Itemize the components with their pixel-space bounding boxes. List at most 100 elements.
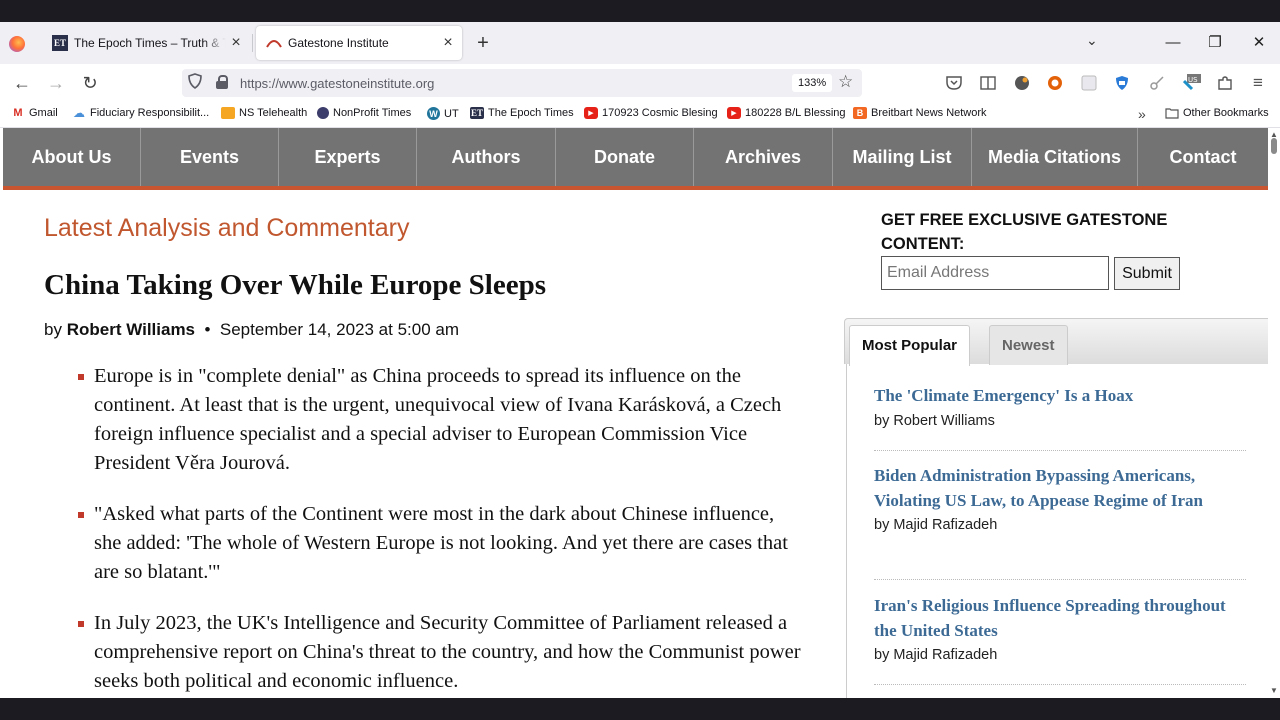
nav-events[interactable]: Events: [141, 128, 279, 186]
tab-title: The Epoch Times – Truth & Trad: [74, 36, 226, 50]
bookmark-label: NS Telehealth: [239, 107, 308, 119]
restore-icon[interactable]: ❐: [1200, 30, 1230, 56]
bookmark-label: 180228 B/L Blessing: [745, 107, 846, 119]
shield-extension-icon[interactable]: [1113, 74, 1131, 92]
zoom-level-badge[interactable]: 133%: [792, 74, 833, 92]
article-author-link[interactable]: Robert Williams: [67, 320, 195, 339]
firefox-icon[interactable]: [9, 36, 25, 52]
bookmark-label: Breitbart News Network: [871, 107, 987, 119]
address-bar[interactable]: https://www.gatestoneinstitute.org 133% …: [182, 69, 862, 97]
breitbart-icon: B: [853, 107, 867, 119]
back-icon[interactable]: ←: [9, 71, 35, 95]
bookmark-label: Other Bookmarks: [1183, 107, 1269, 119]
article-byline: by Robert Williams • September 14, 2023 …: [44, 320, 459, 340]
byline-separator: •: [204, 320, 211, 339]
newsletter-promo-heading: GET FREE EXCLUSIVE GATESTONE CONTENT:: [881, 211, 1168, 253]
list-item: Biden Administration Bypassing Americans…: [874, 464, 1246, 533]
browser-toolbar: ← → ↻ https://www.gatestoneinstitute.org…: [0, 64, 1280, 102]
summary-bullet: "Asked what parts of the Continent were …: [44, 500, 804, 587]
svg-text:US: US: [1188, 76, 1198, 84]
bookmark-label: 170923 Cosmic Blesing: [602, 107, 718, 119]
tab-newest[interactable]: Newest: [989, 325, 1068, 365]
epoch-times-icon: ET: [470, 107, 484, 119]
page-viewport: About Us Events Experts Authors Donate A…: [0, 128, 1280, 698]
lock-icon[interactable]: [216, 75, 228, 89]
list-item: Iran's Religious Influence Spreading thr…: [874, 594, 1246, 663]
bookmark-label: Fiduciary Responsibilit...: [90, 107, 210, 119]
bookmark-ns-telehealth[interactable]: NS Telehealth: [221, 107, 307, 119]
nav-about-us[interactable]: About Us: [3, 128, 141, 186]
us-extension-icon[interactable]: US: [1183, 74, 1201, 92]
flag-icon: [221, 107, 235, 119]
popular-article-link[interactable]: The 'Climate Emergency' Is a Hoax: [874, 384, 1246, 409]
tab-epoch-times[interactable]: ET The Epoch Times – Truth & Trad ×: [42, 26, 250, 60]
scrollbar-thumb[interactable]: [1271, 138, 1277, 154]
new-tab-button[interactable]: +: [472, 30, 494, 56]
close-tab-icon[interactable]: ×: [438, 34, 458, 52]
list-all-tabs-icon[interactable]: ⌄: [1086, 32, 1098, 49]
tab-title: Gatestone Institute: [288, 36, 389, 50]
bookmark-breitbart[interactable]: B Breitbart News Network: [853, 107, 987, 119]
os-bottom-bar: [0, 698, 1280, 720]
submit-button[interactable]: Submit: [1114, 257, 1180, 290]
bookmarks-overflow-icon[interactable]: »: [1138, 106, 1146, 122]
nav-archives[interactable]: Archives: [694, 128, 833, 186]
article-headline[interactable]: China Taking Over While Europe Sleeps: [44, 269, 546, 302]
bookmark-star-icon[interactable]: ☆: [838, 72, 853, 92]
bookmark-label: The Epoch Times: [488, 107, 574, 119]
os-top-bar: [0, 0, 1280, 22]
duckduckgo-extension-icon[interactable]: [1046, 74, 1064, 92]
tracking-protection-shield-icon[interactable]: [188, 73, 202, 92]
pocket-icon[interactable]: [945, 74, 963, 92]
popular-article-author: by Robert Williams: [874, 412, 995, 429]
key-extension-icon[interactable]: [1148, 74, 1166, 92]
bookmark-bl-blessing[interactable]: ▶ 180228 B/L Blessing: [727, 107, 846, 119]
youtube-icon: ▶: [584, 107, 598, 119]
close-window-icon[interactable]: ✕: [1244, 30, 1274, 56]
forward-icon[interactable]: →: [43, 71, 69, 95]
tab-most-popular[interactable]: Most Popular: [849, 325, 971, 366]
nav-donate[interactable]: Donate: [556, 128, 694, 186]
popular-tabs-bar: Most Popular Newest: [844, 318, 1268, 366]
bookmark-cosmic-blesing[interactable]: ▶ 170923 Cosmic Blesing: [584, 107, 718, 119]
summary-bullet: In July 2023, the UK's Intelligence and …: [44, 609, 804, 696]
bookmark-label: UT: [444, 107, 459, 120]
other-bookmarks[interactable]: Other Bookmarks: [1165, 107, 1269, 119]
popular-article-link[interactable]: Biden Administration Bypassing Americans…: [874, 464, 1246, 513]
bookmark-fiduciary[interactable]: ☁ Fiduciary Responsibilit...: [72, 106, 210, 120]
popular-article-link[interactable]: Iran's Religious Influence Spreading thr…: [874, 594, 1246, 643]
url-text[interactable]: https://www.gatestoneinstitute.org: [240, 76, 434, 91]
hamburger-menu-icon[interactable]: ≡: [1249, 73, 1267, 92]
folder-icon: [1165, 107, 1179, 119]
bookmarks-toolbar: M Gmail ☁ Fiduciary Responsibilit... NS …: [0, 102, 1280, 128]
main-content: Latest Analysis and Commentary China Tak…: [44, 214, 804, 692]
email-input[interactable]: Email Address: [881, 256, 1109, 290]
reload-icon[interactable]: ↻: [77, 71, 103, 95]
article-date: September 14, 2023 at 5:00 am: [219, 320, 459, 339]
extension-c-icon[interactable]: [1013, 74, 1031, 92]
minimize-icon[interactable]: —: [1158, 30, 1188, 56]
nav-authors[interactable]: Authors: [417, 128, 556, 186]
wordpress-icon: W: [427, 107, 440, 120]
extension-square-icon[interactable]: [1080, 74, 1098, 92]
list-divider: [874, 579, 1246, 580]
bookmark-gmail[interactable]: M Gmail: [11, 107, 57, 119]
bookmark-epoch-times[interactable]: ET The Epoch Times: [470, 107, 574, 119]
section-title: Latest Analysis and Commentary: [44, 214, 410, 242]
summary-bullet: Europe is in "complete denial" as China …: [44, 362, 804, 478]
bookmark-nonprofit-times[interactable]: NonProfit Times: [317, 107, 411, 119]
bookmark-ut[interactable]: W UT: [427, 107, 459, 120]
tab-gatestone[interactable]: Gatestone Institute ×: [256, 26, 462, 60]
page-scrollbar[interactable]: ▲ ▼: [1268, 128, 1280, 698]
extensions-puzzle-icon[interactable]: [1216, 74, 1234, 92]
scroll-down-icon[interactable]: ▼: [1270, 686, 1278, 695]
article-summary-list: Europe is in "complete denial" as China …: [44, 362, 804, 698]
sidebar: GET FREE EXCLUSIVE GATESTONE CONTENT: Em…: [842, 128, 1268, 698]
youtube-icon: ▶: [727, 107, 741, 119]
reader-view-icon[interactable]: [979, 74, 997, 92]
list-divider: [874, 450, 1246, 451]
globe-icon: [317, 107, 329, 119]
nav-experts[interactable]: Experts: [279, 128, 417, 186]
bookmark-label: NonProfit Times: [333, 107, 412, 119]
close-tab-icon[interactable]: ×: [226, 34, 246, 52]
